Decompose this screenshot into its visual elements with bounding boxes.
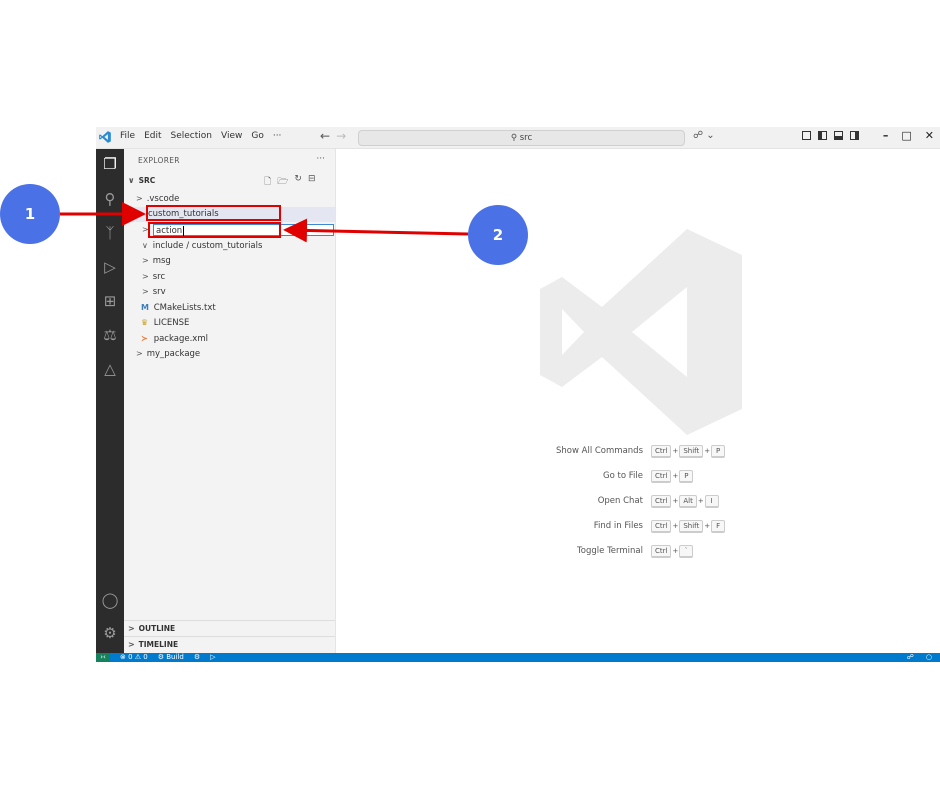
annotation-badge-2: 2 xyxy=(468,205,528,265)
annotation-arrows xyxy=(60,202,469,243)
annotation-arrow-2 xyxy=(283,218,469,243)
annotation-badge-1: 1 xyxy=(0,184,60,244)
